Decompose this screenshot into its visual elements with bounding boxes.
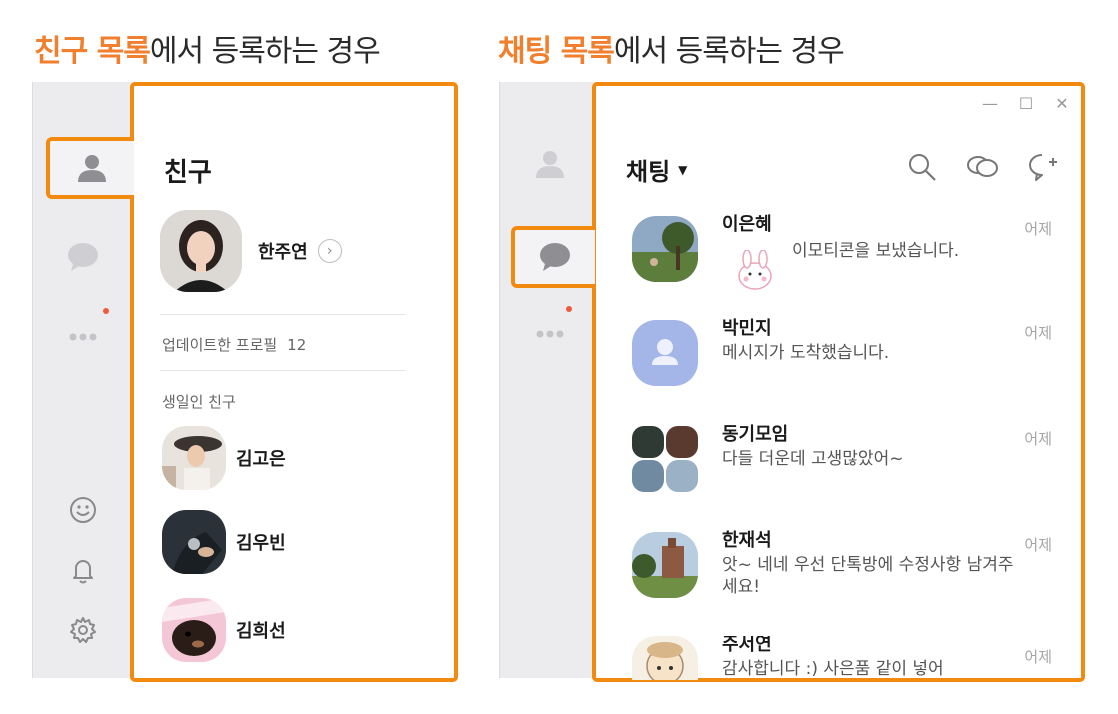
sidebar-item-chats[interactable] <box>511 226 595 288</box>
chat-name: 박민지 <box>722 318 772 339</box>
heading-highlight: 채팅 목록 <box>498 34 615 69</box>
gear-icon <box>70 617 96 643</box>
chat-name: 동기모임 <box>722 424 789 445</box>
friends-window: 친구 한주연 › 업데이트한 프로필 12 생일인 친구 김고은 김우빈 김희선 <box>32 82 458 682</box>
close-icon[interactable]: ✕ <box>1053 94 1071 113</box>
chat-name: 이은혜 <box>722 214 772 235</box>
avatar <box>162 426 226 490</box>
chevron-right-icon[interactable]: › <box>317 239 342 263</box>
avatar <box>160 210 242 292</box>
person-icon <box>78 155 106 182</box>
list-item[interactable]: 한재석 앗~ 네네 우선 단톡방에 수정사항 남겨주세요! 어제 <box>632 530 1052 632</box>
maximize-icon[interactable]: ☐ <box>1017 94 1035 113</box>
my-profile[interactable]: 한주연 › <box>160 210 342 292</box>
page-title: 채팅 <box>626 158 671 186</box>
sidebar-item-friends[interactable] <box>46 137 134 199</box>
list-item[interactable]: 김희선 <box>162 598 286 662</box>
sidebar-item-more[interactable] <box>33 307 133 367</box>
list-item[interactable]: 김우빈 <box>162 510 286 574</box>
sidebar <box>499 82 599 678</box>
divider <box>160 314 406 315</box>
window-controls: — ☐ ✕ <box>981 94 1071 113</box>
emoticon-rabbit-icon <box>738 250 772 290</box>
list-item[interactable]: 동기모임 다들 더운데 고생많았어~ 어제 <box>632 424 1052 526</box>
chat-message: 메시지가 도착했습니다. <box>722 343 890 363</box>
friend-name: 김고은 <box>236 449 286 470</box>
new-chat-icon[interactable] <box>1025 150 1059 184</box>
list-item[interactable]: 박민지 메시지가 도착했습니다. 어제 <box>632 318 1052 420</box>
birthday-section-label: 생일인 친구 <box>162 393 236 411</box>
group-avatar <box>632 426 698 492</box>
toolbar <box>905 150 1059 184</box>
list-item[interactable]: 이은혜 이모티콘을 보냈습니다. 어제 <box>632 214 1052 316</box>
chat-name: 주서연 <box>722 636 772 655</box>
person-icon <box>536 151 564 178</box>
sidebar-item-emoji[interactable] <box>33 480 133 540</box>
updated-profiles-count: 12 <box>287 336 307 354</box>
heading-friends-list: 친구 목록에서 등록하는 경우 <box>34 26 381 70</box>
chats-window: — ☐ ✕ 채팅 ▼ 이은혜 이모티콘을 보냈습니다. 어제 박민지 메시지가 … <box>499 82 1085 682</box>
chat-name: 한재석 <box>722 530 772 551</box>
sidebar-item-more[interactable] <box>500 304 600 364</box>
updated-profiles-row[interactable]: 업데이트한 프로필 12 <box>162 334 306 355</box>
open-chat-icon[interactable] <box>965 150 999 184</box>
chat-message: 다들 더운데 고생많았어~ <box>722 449 904 469</box>
chat-bubble-icon <box>540 243 570 271</box>
chat-time: 어제 <box>1024 324 1052 342</box>
minimize-icon[interactable]: — <box>981 94 999 113</box>
friend-name: 김희선 <box>236 621 286 642</box>
chat-time: 어제 <box>1024 430 1052 448</box>
heading-chat-list: 채팅 목록에서 등록하는 경우 <box>498 26 845 70</box>
list-item[interactable]: 김고은 <box>162 426 286 490</box>
my-name: 한주연 <box>258 242 308 263</box>
avatar <box>632 532 698 598</box>
avatar <box>632 320 698 386</box>
heading-rest: 에서 등록하는 경우 <box>613 34 845 69</box>
chat-time: 어제 <box>1024 220 1052 238</box>
sidebar-item-chats[interactable] <box>33 227 133 287</box>
updated-profiles-label: 업데이트한 프로필 <box>162 336 278 354</box>
friends-content: 친구 한주연 › 업데이트한 프로필 12 생일인 친구 김고은 김우빈 김희선 <box>130 82 458 682</box>
search-icon[interactable] <box>905 150 939 184</box>
chat-bubble-icon <box>68 243 98 271</box>
divider <box>160 370 406 371</box>
caret-down-icon: ▼ <box>678 162 688 177</box>
avatar <box>162 598 226 662</box>
friend-name: 김우빈 <box>236 533 286 554</box>
heading-highlight: 친구 목록 <box>34 34 151 69</box>
chat-message: 이모티콘을 보냈습니다. <box>792 241 960 261</box>
sidebar-item-notifications[interactable] <box>33 540 133 600</box>
page-title: 친구 <box>164 158 212 188</box>
chat-message: 앗~ 네네 우선 단톡방에 수정사항 남겨주세요! <box>722 555 1014 597</box>
chats-content: — ☐ ✕ 채팅 ▼ 이은혜 이모티콘을 보냈습니다. 어제 박민지 메시지가 … <box>592 82 1085 682</box>
chat-message: 감사합니다 :) 사은품 같이 넣어 <box>722 659 944 679</box>
avatar <box>632 636 698 680</box>
more-icon <box>69 333 97 341</box>
sidebar-item-friends[interactable] <box>500 134 600 194</box>
bell-icon <box>73 560 93 584</box>
chat-time: 어제 <box>1024 648 1052 666</box>
heading-rest: 에서 등록하는 경우 <box>149 34 381 69</box>
sidebar-item-settings[interactable] <box>33 600 133 660</box>
chat-time: 어제 <box>1024 536 1052 554</box>
avatar <box>162 510 226 574</box>
more-icon <box>536 330 564 338</box>
list-item[interactable]: 주서연 감사합니다 :) 사은품 같이 넣어 어제 <box>632 636 1052 680</box>
chat-title-dropdown[interactable]: 채팅 ▼ <box>626 152 687 187</box>
emoji-icon <box>70 497 96 523</box>
avatar <box>632 216 698 282</box>
